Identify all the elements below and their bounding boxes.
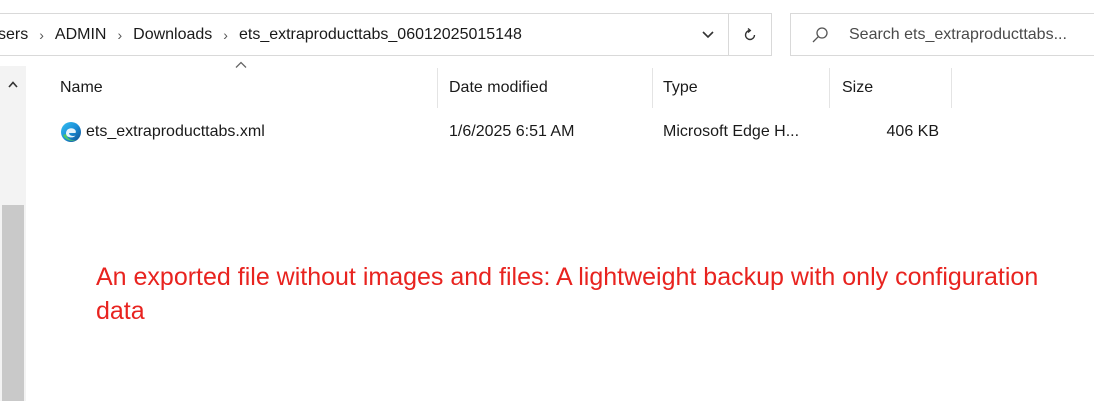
file-size: 406 KB xyxy=(886,123,939,140)
column-header-name-label: Name xyxy=(60,79,103,96)
refresh-icon xyxy=(744,27,756,40)
scrollbar-thumb[interactable] xyxy=(2,205,24,401)
search-box[interactable] xyxy=(790,13,1094,56)
breadcrumb-item-current-folder[interactable]: ets_extraproducttabs_06012025015148 xyxy=(239,26,522,44)
column-divider[interactable] xyxy=(951,68,952,108)
file-date-modified: 1/6/2025 6:51 AM xyxy=(449,123,575,140)
column-header-type[interactable]: Type xyxy=(653,66,828,110)
column-header-type-label: Type xyxy=(663,79,698,96)
column-header-size[interactable]: Size xyxy=(830,66,950,110)
microsoft-edge-icon xyxy=(61,122,81,142)
search-input[interactable] xyxy=(849,25,1089,44)
column-header-name[interactable]: Name xyxy=(46,66,436,110)
breadcrumb-item-admin[interactable]: ADMIN xyxy=(55,26,107,44)
breadcrumb-separator-icon: › xyxy=(223,26,228,43)
breadcrumb-item-users[interactable]: sers xyxy=(0,26,28,44)
column-header-date-modified[interactable]: Date modified xyxy=(438,66,651,110)
file-type: Microsoft Edge H... xyxy=(663,123,800,140)
file-row[interactable]: ets_extraproducttabs.xml 1/6/2025 6:51 A… xyxy=(46,114,1046,150)
address-dropdown-button[interactable] xyxy=(688,14,728,55)
breadcrumb-separator-icon: › xyxy=(117,26,123,43)
search-icon xyxy=(811,26,833,44)
refresh-button[interactable] xyxy=(728,14,771,55)
column-header-size-label: Size xyxy=(842,79,874,96)
annotation-text: An exported file without images and file… xyxy=(96,263,1039,325)
address-bar[interactable]: sers › ADMIN › Downloads › ets_extraprod… xyxy=(0,13,772,56)
chevron-down-icon xyxy=(702,30,714,38)
breadcrumb-separator-icon: › xyxy=(39,26,44,43)
scroll-up-button[interactable] xyxy=(0,72,26,96)
column-header-date-label: Date modified xyxy=(449,79,548,96)
scroll-up-icon xyxy=(8,80,18,88)
file-name[interactable]: ets_extraproducttabs.xml xyxy=(86,123,265,141)
breadcrumb-item-downloads[interactable]: Downloads xyxy=(133,26,212,44)
file-name-cell: ets_extraproducttabs.xml xyxy=(60,114,265,150)
